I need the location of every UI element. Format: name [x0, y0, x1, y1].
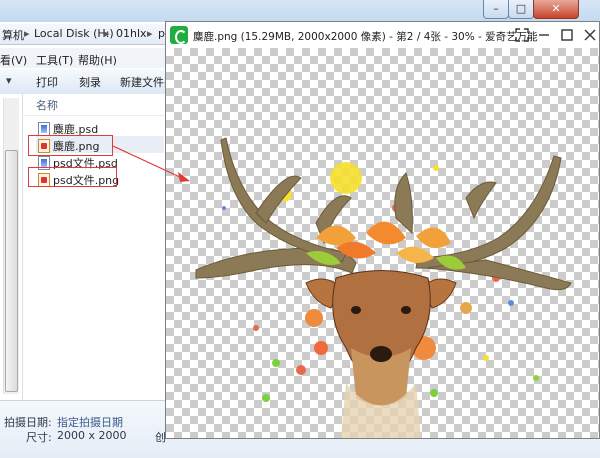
viewer-close-button[interactable]: [581, 26, 599, 44]
viewer-titlebar[interactable]: 麋鹿.png (15.29MB, 2000x2000 像素) - 第2 / 4张…: [166, 22, 599, 48]
breadcrumb-disk[interactable]: Local Disk (H:): [34, 27, 114, 40]
viewer-minimize-button[interactable]: [535, 26, 553, 44]
viewer-title: 麋鹿.png (15.29MB, 2000x2000 像素) - 第2 / 4张…: [193, 31, 538, 43]
breadcrumb-separator-icon: ▸: [24, 27, 30, 40]
menu-help[interactable]: 帮助(H): [78, 52, 117, 68]
fullscreen-button[interactable]: [513, 26, 531, 44]
minimize-icon: –: [493, 2, 499, 15]
column-header-name[interactable]: 名称: [36, 97, 58, 113]
explorer-close-button[interactable]: ✕: [533, 0, 579, 19]
image-canvas[interactable]: [166, 48, 599, 438]
image-viewer-window: 麋鹿.png (15.29MB, 2000x2000 像素) - 第2 / 4张…: [165, 21, 600, 439]
explorer-titlebar: – □ ✕: [0, 0, 600, 22]
psd-file-icon: [38, 122, 50, 136]
print-button[interactable]: 打印: [36, 74, 58, 90]
burn-button[interactable]: 刻录: [79, 74, 101, 90]
dimensions-label: 尺寸:: [26, 431, 52, 444]
dropdown-arrow-icon[interactable]: ▾: [6, 74, 12, 87]
minimize-icon: [539, 34, 549, 36]
breadcrumb-separator-icon: ▸: [147, 27, 153, 40]
viewer-maximize-button[interactable]: [558, 26, 576, 44]
flower-crown: [306, 221, 466, 270]
viewer-logo-icon: [170, 26, 188, 44]
dimensions-value: 2000 x 2000: [57, 429, 127, 442]
breadcrumb-separator-icon: ▸: [104, 27, 110, 40]
explorer-maximize-button[interactable]: □: [508, 0, 534, 19]
maximize-icon: [561, 29, 573, 41]
annotation-box: [28, 135, 113, 156]
explorer-minimize-button[interactable]: –: [483, 0, 509, 19]
breadcrumb-folder[interactable]: 01hlx: [116, 27, 147, 40]
breadcrumb-computer[interactable]: 算机: [2, 27, 24, 43]
breadcrumb-subfolder[interactable]: p: [158, 27, 165, 40]
annotation-box: [28, 167, 117, 187]
menu-tools[interactable]: 工具(T): [36, 52, 73, 68]
menu-view[interactable]: 看(V): [0, 52, 27, 68]
close-icon: [584, 29, 596, 41]
fullscreen-icon: [515, 28, 529, 42]
nav-scrollbar-thumb[interactable]: [5, 150, 18, 392]
date-taken-value[interactable]: 指定拍摄日期: [57, 414, 123, 430]
column-header-divider: [23, 115, 165, 116]
close-icon: ✕: [551, 2, 561, 15]
deer-illustration: [195, 137, 572, 438]
right-antler: [394, 155, 572, 291]
date-taken-label: 拍摄日期:: [4, 416, 52, 429]
maximize-icon: □: [515, 2, 527, 15]
